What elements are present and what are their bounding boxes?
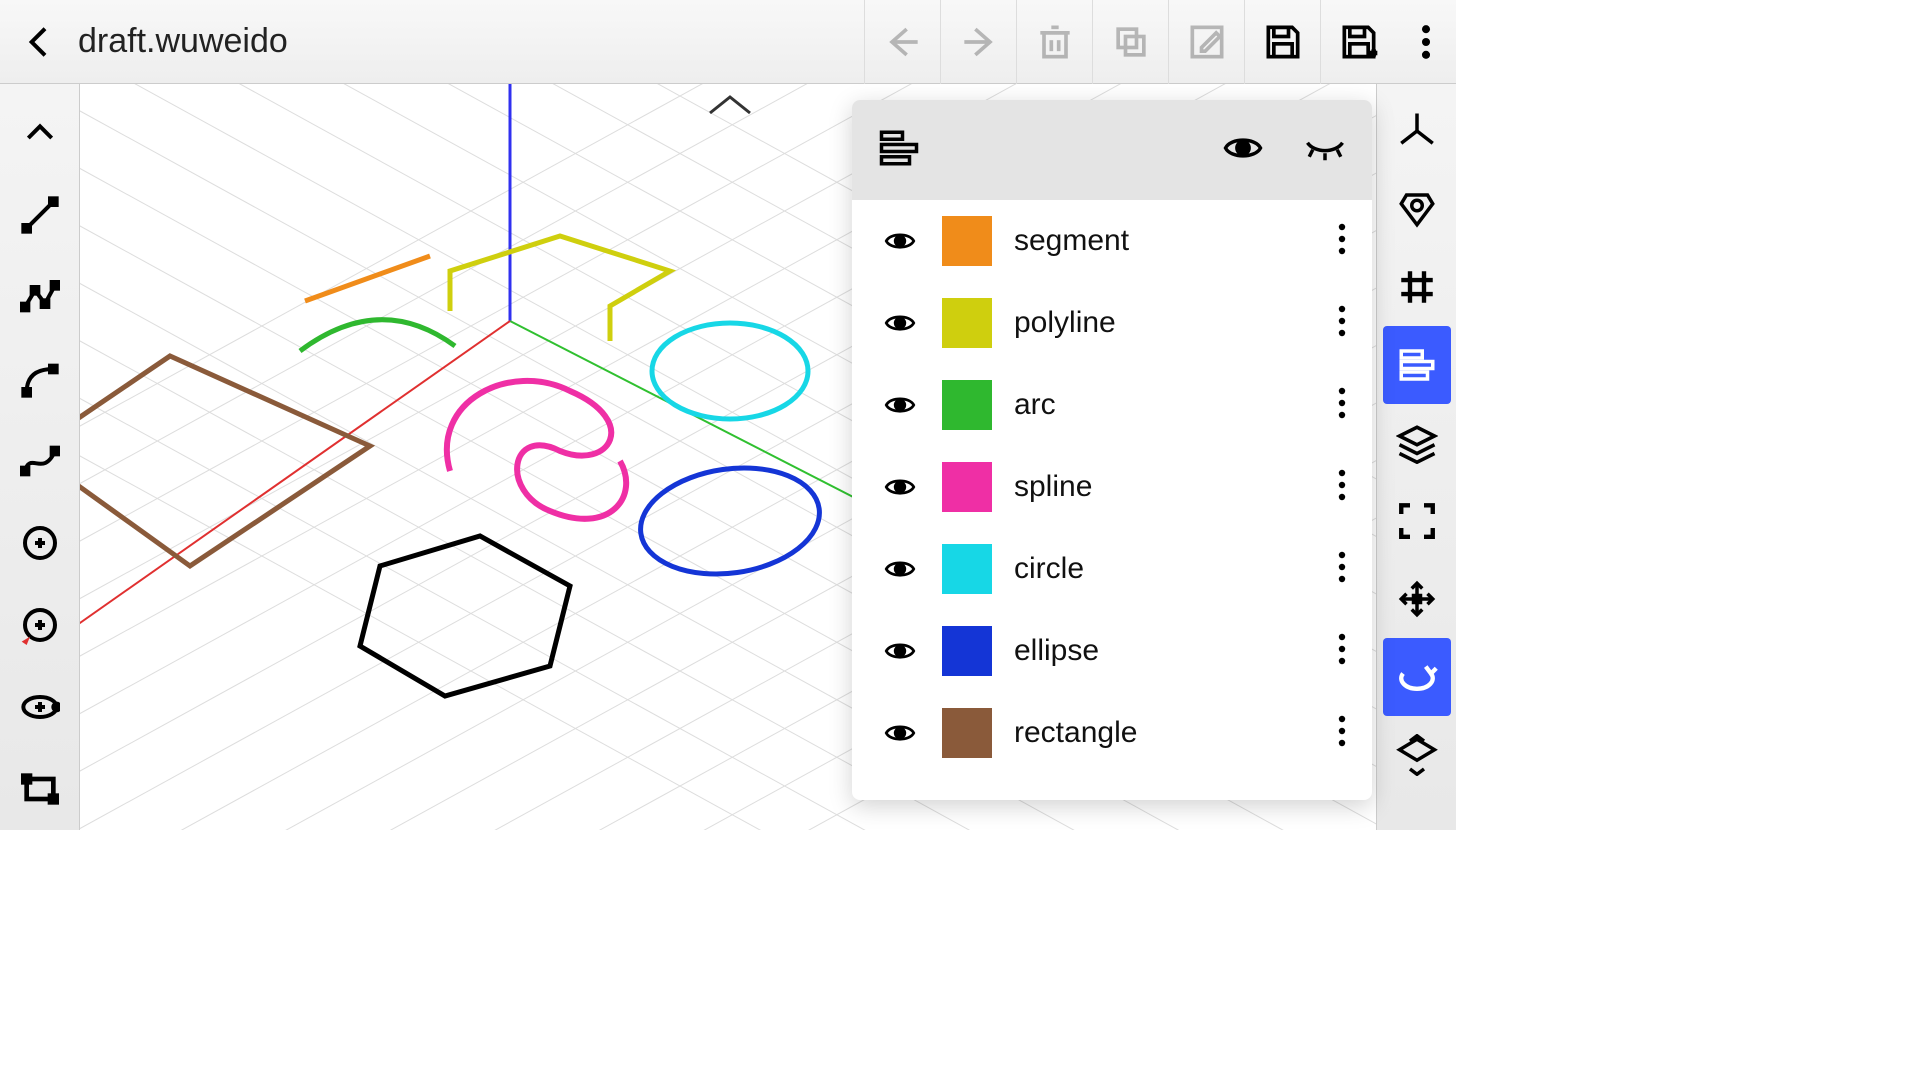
axis-z — [502, 84, 518, 321]
axes-toggle[interactable] — [1383, 92, 1451, 170]
layer-options-button[interactable] — [1338, 386, 1346, 425]
layer-row[interactable]: polyline — [852, 282, 1372, 364]
shape-arc[interactable] — [300, 320, 455, 351]
circle-point-tool[interactable] — [10, 584, 70, 666]
left-toolbar — [0, 84, 80, 830]
shape-spline[interactable] — [447, 381, 626, 519]
collapse-up-button[interactable] — [10, 92, 70, 174]
rectangle-tool[interactable] — [10, 748, 70, 830]
layers-panel-header — [852, 100, 1372, 200]
shape-polyline[interactable] — [450, 236, 670, 341]
layer-name-label: circle — [1014, 552, 1084, 586]
layer-options-button[interactable] — [1338, 550, 1346, 589]
layer-row[interactable]: segment — [852, 200, 1372, 282]
orbit-tool[interactable] — [1383, 638, 1451, 716]
layer-row[interactable]: circle — [852, 528, 1372, 610]
document-title: draft.wuweido — [78, 22, 288, 61]
layer-row[interactable]: ellipse — [852, 610, 1372, 692]
line-tool[interactable] — [10, 174, 70, 256]
hide-all-icon[interactable] — [1304, 127, 1346, 174]
layer-visibility-icon[interactable] — [878, 722, 922, 744]
layer-row[interactable]: spline — [852, 446, 1372, 528]
canvas-collapse-up-icon[interactable] — [710, 97, 750, 113]
save-as-button[interactable] — [1320, 0, 1396, 84]
more-menu-button[interactable] — [1396, 0, 1456, 84]
layer-visibility-icon[interactable] — [878, 394, 922, 416]
layer-color-swatch[interactable] — [942, 544, 992, 594]
layer-name-label: rectangle — [1014, 716, 1137, 750]
circle-center-tool[interactable] — [10, 502, 70, 584]
edit-button[interactable] — [1168, 0, 1244, 84]
layer-color-swatch[interactable] — [942, 380, 992, 430]
axis-y — [510, 321, 900, 521]
layer-visibility-icon[interactable] — [878, 558, 922, 580]
layer-options-button[interactable] — [1338, 714, 1346, 753]
shape-segment[interactable] — [305, 256, 430, 301]
stack-layers-button[interactable] — [1383, 404, 1451, 482]
right-toolbar — [1376, 84, 1456, 830]
layer-color-swatch[interactable] — [942, 216, 992, 266]
layer-visibility-icon[interactable] — [878, 312, 922, 334]
layer-row[interactable]: rectangle — [852, 692, 1372, 774]
layer-visibility-icon[interactable] — [878, 640, 922, 662]
layer-color-swatch[interactable] — [942, 708, 992, 758]
layer-options-button[interactable] — [1338, 304, 1346, 343]
pan-tool[interactable] — [1383, 560, 1451, 638]
grid-toggle[interactable] — [1383, 248, 1451, 326]
layer-options-button[interactable] — [1338, 632, 1346, 671]
shape-hexagon[interactable] — [360, 536, 570, 696]
delete-button[interactable] — [1016, 0, 1092, 84]
layer-options-button[interactable] — [1338, 468, 1346, 507]
layer-color-swatch[interactable] — [942, 298, 992, 348]
layer-visibility-icon[interactable] — [878, 476, 922, 498]
perspective-toggle[interactable] — [1383, 170, 1451, 248]
layer-color-swatch[interactable] — [942, 626, 992, 676]
duplicate-button[interactable] — [1092, 0, 1168, 84]
layer-name-label: segment — [1014, 224, 1129, 258]
save-button[interactable] — [1244, 0, 1320, 84]
shape-circle[interactable] — [652, 323, 808, 419]
layer-name-label: ellipse — [1014, 634, 1099, 668]
undo-button[interactable] — [864, 0, 940, 84]
zoom-extents-button[interactable] — [1383, 716, 1451, 794]
polyline-tool[interactable] — [10, 256, 70, 338]
redo-button[interactable] — [940, 0, 1016, 84]
curve-tool[interactable] — [10, 338, 70, 420]
layer-visibility-icon[interactable] — [878, 230, 922, 252]
layer-row[interactable]: arc — [852, 364, 1372, 446]
layer-name-label: arc — [1014, 388, 1056, 422]
layer-color-swatch[interactable] — [942, 462, 992, 512]
layer-name-label: spline — [1014, 470, 1092, 504]
back-button[interactable] — [20, 22, 60, 62]
show-all-icon[interactable] — [1222, 127, 1264, 174]
layers-panel: segment polyline arc spline circle ellipse rec… — [852, 100, 1372, 800]
layers-panel-toggle[interactable] — [1383, 326, 1451, 404]
spline-tool[interactable] — [10, 420, 70, 502]
fullscreen-button[interactable] — [1383, 482, 1451, 560]
top-toolbar: draft.wuweido — [0, 0, 1456, 84]
layers-panel-icon — [878, 127, 920, 174]
layer-options-button[interactable] — [1338, 222, 1346, 261]
layer-name-label: polyline — [1014, 306, 1116, 340]
ellipse-tool[interactable] — [10, 666, 70, 748]
